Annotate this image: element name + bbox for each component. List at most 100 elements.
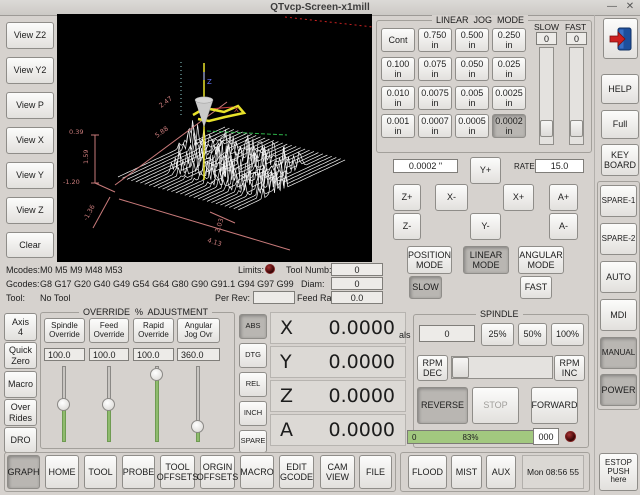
- jog-increment-button[interactable]: 0.750 in: [418, 28, 452, 52]
- jog-increment-button[interactable]: 0.0075 in: [418, 86, 452, 110]
- tab-tool[interactable]: TOOL: [84, 455, 117, 489]
- clear-button[interactable]: Clear: [6, 232, 54, 258]
- rate-label: RATE: [514, 162, 535, 171]
- jog-increment-button[interactable]: 0.500 in: [455, 28, 489, 52]
- jog-x-minus-button[interactable]: X-: [435, 184, 468, 211]
- jog-increment-button-selected[interactable]: 0.0002 in: [492, 114, 526, 138]
- linear-mode-button[interactable]: LINEAR MODE: [463, 246, 509, 274]
- spindle-rpm-handle[interactable]: [452, 357, 469, 378]
- spindle-forward-button[interactable]: FORWARD: [531, 387, 578, 424]
- jog-increment-button[interactable]: 0.010 in: [381, 86, 415, 110]
- view-y2-button[interactable]: View Y2: [6, 57, 54, 84]
- tab-probe[interactable]: PROBE: [122, 455, 155, 489]
- spindle-100pct-button[interactable]: 100%: [551, 323, 584, 346]
- spindle-rpm-spinbox[interactable]: 000: [533, 428, 559, 445]
- estop-button[interactable]: ESTOP PUSH here: [599, 453, 638, 491]
- slow-button[interactable]: SLOW: [409, 276, 442, 299]
- spindle-50pct-button[interactable]: 50%: [518, 323, 547, 346]
- flood-button[interactable]: FLOOD: [408, 455, 447, 489]
- jog-increment-button[interactable]: 0.005 in: [455, 86, 489, 110]
- spare-1-button[interactable]: SPARE-1: [600, 185, 637, 217]
- jog-increment-button[interactable]: 0.0005 in: [455, 114, 489, 138]
- auto-button[interactable]: AUTO: [600, 261, 637, 293]
- minimize-icon[interactable]: —: [606, 0, 618, 14]
- tab-orgin-offsets[interactable]: ORGIN OFFSETS: [200, 455, 235, 489]
- jog-z-minus-button[interactable]: Z-: [393, 213, 421, 240]
- keyboard-button[interactable]: KEY BOARD: [601, 144, 639, 176]
- rpm-dec-button[interactable]: RPM DEC: [417, 355, 448, 381]
- overrides-button[interactable]: Over Rides: [4, 399, 37, 426]
- spare-dro-button[interactable]: SPARE: [239, 430, 267, 453]
- macro-side-button[interactable]: Macro: [4, 371, 37, 398]
- rapid-override-slider[interactable]: [150, 366, 164, 442]
- jog-increment-button[interactable]: 0.0025 in: [492, 86, 526, 110]
- dtg-button[interactable]: DTG: [239, 343, 267, 368]
- angular-mode-button[interactable]: ANGULAR MODE: [518, 246, 564, 274]
- jog-increment-button[interactable]: 0.0007 in: [418, 114, 452, 138]
- slider-handle[interactable]: [150, 368, 163, 381]
- view-x-button[interactable]: View X: [6, 127, 54, 154]
- spindle-override-slider[interactable]: [57, 366, 71, 442]
- jog-y-plus-button[interactable]: Y+: [470, 157, 501, 184]
- jog-z-plus-button[interactable]: Z+: [393, 184, 421, 211]
- view-z-button[interactable]: View Z: [6, 197, 54, 224]
- jog-increment-cont[interactable]: Cont: [381, 28, 415, 52]
- slider-handle[interactable]: [57, 398, 70, 411]
- slow-scale-handle[interactable]: [540, 120, 553, 137]
- tab-tool-offsets[interactable]: TOOL OFFSETS: [160, 455, 195, 489]
- tab-graph[interactable]: GRAPH: [7, 455, 40, 489]
- spindle-25pct-button[interactable]: 25%: [481, 323, 514, 346]
- mcodes-value: M0 M5 M9 M48 M53: [40, 265, 123, 275]
- position-mode-button[interactable]: POSITION MODE: [407, 246, 452, 274]
- tab-home[interactable]: HOME: [45, 455, 79, 489]
- tab-file[interactable]: FILE: [359, 455, 392, 489]
- axis-letter: Y: [280, 351, 292, 373]
- jog-increment-button[interactable]: 0.100 in: [381, 57, 415, 81]
- tab-macro[interactable]: MACRO: [240, 455, 274, 489]
- tab-edit-gcode[interactable]: EDIT GCODE: [279, 455, 314, 489]
- view-z2-button[interactable]: View Z2: [6, 22, 54, 49]
- feed-override-label: Feed Override: [89, 318, 129, 343]
- exit-door-icon: [609, 26, 633, 52]
- jog-x-plus-button[interactable]: X+: [503, 184, 534, 211]
- close-icon[interactable]: ✕: [624, 0, 636, 14]
- jog-y-minus-button[interactable]: Y-: [470, 213, 501, 240]
- jog-increment-button[interactable]: 0.050 in: [455, 57, 489, 81]
- slider-handle[interactable]: [102, 398, 115, 411]
- tab-cam-view[interactable]: CAM VIEW: [320, 455, 355, 489]
- spare-2-button[interactable]: SPARE-2: [600, 223, 637, 255]
- quick-zero-button[interactable]: Quick Zero: [4, 342, 37, 369]
- manual-button[interactable]: MANUAL: [600, 337, 637, 369]
- dro-button[interactable]: DRO: [4, 427, 37, 453]
- help-button[interactable]: HELP: [601, 74, 639, 104]
- angular-jog-slider[interactable]: [191, 366, 205, 442]
- power-button[interactable]: POWER: [600, 374, 637, 406]
- full-button[interactable]: Full: [601, 110, 639, 139]
- aux-button[interactable]: AUX: [486, 455, 516, 489]
- jog-increment-button[interactable]: 0.250 in: [492, 28, 526, 52]
- jog-increment-button[interactable]: 0.001 in: [381, 114, 415, 138]
- spindle-reverse-button[interactable]: REVERSE: [417, 387, 468, 424]
- limits-label: Limits:: [238, 265, 264, 275]
- rpm-inc-button[interactable]: RPM INC: [554, 355, 585, 381]
- axis-4-button[interactable]: Axis 4: [4, 313, 37, 341]
- right-panel-divider: [594, 15, 595, 495]
- rel-button[interactable]: REL: [239, 372, 267, 397]
- fast-button[interactable]: FAST: [520, 276, 552, 299]
- jog-increment-button[interactable]: 0.075 in: [418, 57, 452, 81]
- fast-scale-handle[interactable]: [570, 120, 583, 137]
- mdi-button[interactable]: MDI: [600, 299, 637, 331]
- feed-override-slider[interactable]: [102, 366, 116, 442]
- jog-increment-button[interactable]: 0.025 in: [492, 57, 526, 81]
- gcode-preview[interactable]: 0.391.59-1.20-1.365.882.474.132.03XZ: [57, 14, 372, 262]
- mist-button[interactable]: MIST: [451, 455, 482, 489]
- view-y-button[interactable]: View Y: [6, 162, 54, 189]
- shutdown-button[interactable]: [603, 18, 638, 59]
- abs-button[interactable]: ABS: [239, 314, 267, 339]
- jog-a-minus-button[interactable]: A-: [549, 213, 578, 240]
- jog-a-plus-button[interactable]: A+: [549, 184, 578, 211]
- view-p-button[interactable]: View P: [6, 92, 54, 119]
- spindle-stop-button[interactable]: STOP: [472, 387, 519, 424]
- slider-handle[interactable]: [191, 420, 204, 433]
- inch-button[interactable]: INCH: [239, 401, 267, 426]
